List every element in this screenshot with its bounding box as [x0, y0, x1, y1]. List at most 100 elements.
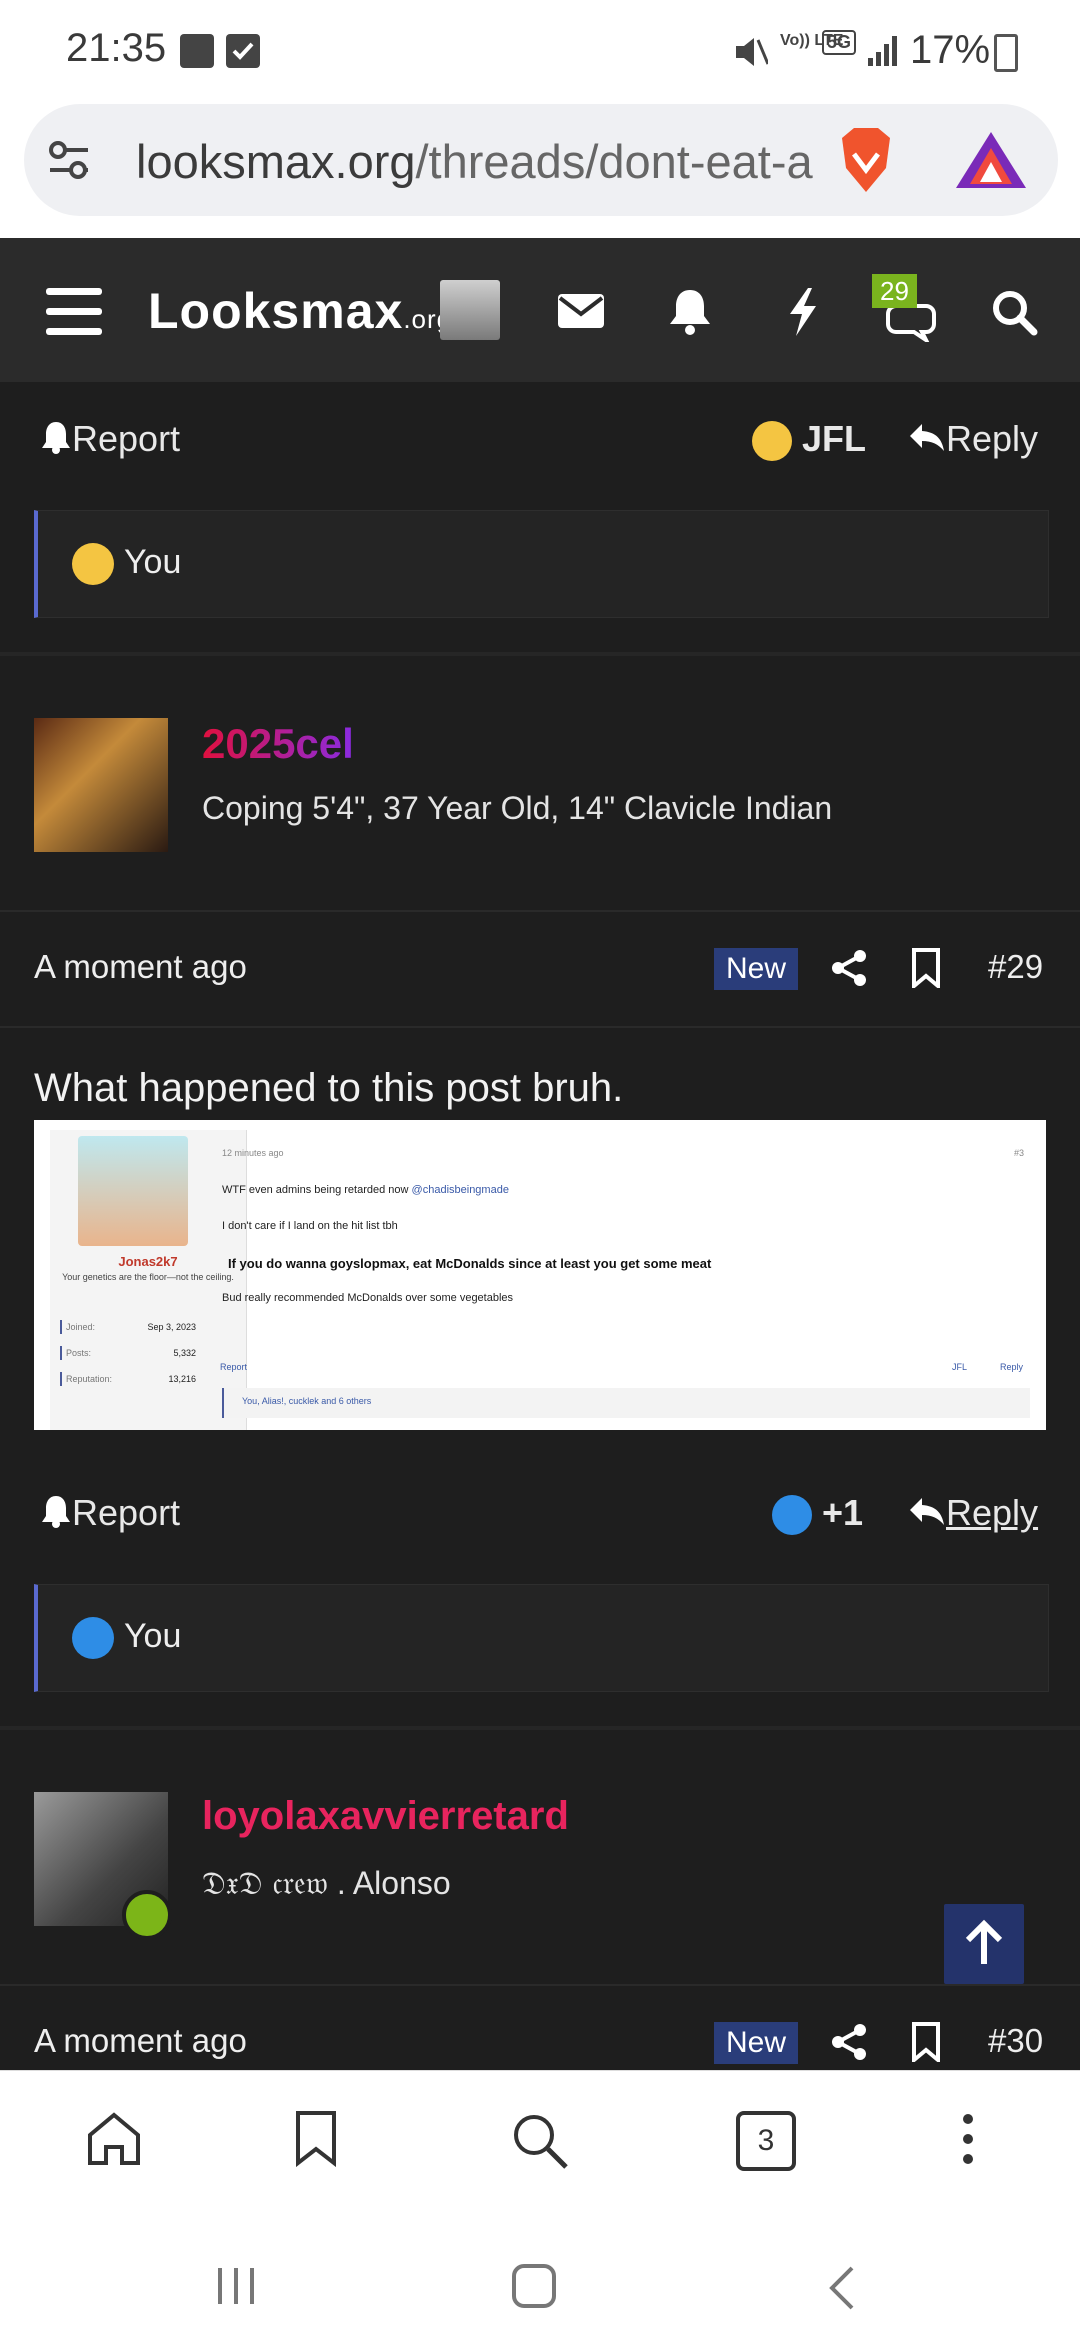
- post-avatar[interactable]: [34, 718, 168, 852]
- brave-shields-icon[interactable]: [834, 124, 898, 201]
- report-link[interactable]: Report: [40, 1492, 180, 1537]
- tabs-button[interactable]: 3: [736, 2111, 796, 2171]
- embed-stat-row: Reputation: 13,216: [60, 1372, 200, 1386]
- reply-link[interactable]: Reply: [908, 1492, 1038, 1537]
- reply-arrow-icon: [908, 1494, 946, 1537]
- address-bar[interactable]: looksmax.org/threads/dont-eat-a: [24, 104, 1058, 216]
- embed-signature: Your genetics are the floor—not the ceil…: [62, 1272, 234, 1282]
- report-bell-icon: [40, 420, 72, 463]
- battery-percent: 17%: [910, 28, 991, 72]
- network-type: 5G: [822, 30, 857, 55]
- inbox-icon[interactable]: [556, 286, 608, 338]
- report-label: Report: [72, 418, 181, 459]
- battery-icon: [994, 34, 1018, 72]
- user-avatar[interactable]: [440, 280, 500, 340]
- embed-stat-row: Joined: Sep 3, 2023: [60, 1320, 200, 1334]
- brave-rewards-icon[interactable]: [954, 128, 1028, 197]
- site-settings-icon[interactable]: [46, 138, 92, 189]
- post-divider: [0, 652, 1080, 656]
- post-header-divider: [0, 1984, 1080, 1986]
- post-divider: [0, 1726, 1080, 1730]
- jfl-label: JFL: [802, 418, 867, 459]
- search-icon[interactable]: [510, 2111, 570, 2176]
- recent-apps-icon[interactable]: [214, 2264, 258, 2313]
- post-username[interactable]: 2025cel: [202, 720, 354, 768]
- reply-link[interactable]: Reply: [908, 418, 1038, 463]
- browser-toolbar: looksmax.org/threads/dont-eat-a: [0, 100, 1080, 238]
- stat-value: 5,332: [173, 1348, 196, 1358]
- signal-icon: [866, 34, 900, 73]
- post-time[interactable]: A moment ago: [34, 2022, 247, 2060]
- share-icon[interactable]: [830, 2022, 870, 2067]
- jfl-reaction-button[interactable]: JFL: [752, 418, 867, 462]
- bookmark-icon[interactable]: [910, 948, 942, 993]
- embed-number: #3: [1014, 1148, 1025, 1158]
- status-time: 21:35: [66, 26, 167, 70]
- embed-mention: @chadisbeingmade: [411, 1184, 509, 1196]
- post-number[interactable]: #30: [988, 2022, 1043, 2060]
- site-header: Looksmax.org 29: [0, 238, 1080, 382]
- post-header-divider: [0, 910, 1080, 912]
- stat-value: Sep 3, 2023: [147, 1322, 196, 1332]
- post-meta-divider: [0, 1026, 1080, 1028]
- conversations-badge: 29: [872, 274, 917, 308]
- post-time[interactable]: A moment ago: [34, 948, 247, 986]
- reaction-users: You: [124, 543, 182, 581]
- reply-label: Reply: [946, 418, 1039, 459]
- logo-text: Looksmax: [148, 283, 404, 339]
- lightning-icon[interactable]: [778, 286, 830, 338]
- search-icon[interactable]: [988, 286, 1040, 338]
- browser-bottom-nav: 3: [0, 2070, 1080, 2241]
- embed-line3: If you do wanna goyslopmax, eat McDonald…: [228, 1256, 712, 1271]
- system-nav-bar: [0, 2240, 1080, 2340]
- stat-label: Posts:: [66, 1348, 92, 1358]
- stat-label: Joined:: [66, 1322, 96, 1332]
- back-nav-icon[interactable]: [826, 2264, 856, 2317]
- embed-username: Jonas2k7: [118, 1254, 178, 1269]
- laughing-emoji-icon: [752, 421, 792, 462]
- embedded-screenshot[interactable]: Jonas2k7 Your genetics are the floor—not…: [34, 1120, 1046, 1430]
- thumbs-up-icon: [772, 1495, 812, 1536]
- embed-report: Report: [220, 1362, 248, 1372]
- embed-reactions-text: You, Alias!, cucklek and 6 others: [242, 1396, 372, 1406]
- thread-content: Report JFL Reply You 2025cel Coping 5'4"…: [0, 382, 1080, 2072]
- url-text[interactable]: looksmax.org/threads/dont-eat-a: [136, 134, 836, 189]
- more-menu-icon[interactable]: [962, 2111, 974, 2172]
- thumbs-up-icon: [72, 1617, 114, 1659]
- stat-label: Reputation:: [66, 1374, 113, 1384]
- home-nav-icon[interactable]: [512, 2264, 556, 2308]
- embed-jfl: JFL: [952, 1362, 968, 1372]
- mute-icon: [732, 34, 770, 75]
- bell-icon[interactable]: [664, 286, 716, 338]
- embed-reply: Reply: [1000, 1362, 1024, 1372]
- share-icon[interactable]: [830, 948, 870, 993]
- post-username[interactable]: loyolaxavvierretard: [202, 1794, 569, 1839]
- report-bell-icon: [40, 1494, 72, 1537]
- status-bar: 21:35 Vo)) LTE 5G 17%: [0, 0, 1080, 100]
- post-body-text: What happened to this post bruh.: [34, 1066, 624, 1110]
- home-icon[interactable]: [86, 2111, 142, 2172]
- checkbox-icon: [226, 34, 260, 68]
- post-user-title: Coping 5'4", 37 Year Old, 14" Clavicle I…: [202, 790, 833, 826]
- reaction-summary[interactable]: You: [34, 510, 1049, 618]
- report-link[interactable]: Report: [40, 418, 180, 463]
- scroll-top-button[interactable]: [944, 1904, 1024, 1984]
- embed-line1: WTF even admins being retarded now @chad…: [222, 1184, 509, 1196]
- bookmarks-icon[interactable]: [294, 2111, 338, 2172]
- bookmark-icon[interactable]: [910, 2022, 942, 2067]
- reaction-summary[interactable]: You: [34, 1584, 1049, 1692]
- embed-time: 12 minutes ago: [222, 1148, 284, 1158]
- menu-icon[interactable]: [46, 288, 102, 348]
- stat-value: 13,216: [168, 1374, 196, 1384]
- site-logo[interactable]: Looksmax.org: [148, 282, 452, 340]
- embed-user-sidebar: Jonas2k7 Your genetics are the floor—not…: [50, 1130, 247, 1430]
- post-number[interactable]: #29: [988, 948, 1043, 986]
- like-count: +1: [822, 1492, 864, 1533]
- embed-reactions: You, Alias!, cucklek and 6 others: [222, 1388, 1030, 1418]
- like-reaction-button[interactable]: +1: [772, 1492, 864, 1536]
- embed-line2: I don't care if I land on the hit list t…: [222, 1220, 398, 1232]
- reply-arrow-icon: [908, 420, 946, 463]
- arrow-up-icon: [965, 1919, 1003, 1964]
- reaction-users: You: [124, 1617, 182, 1655]
- user-title-gothic: 𝔇𝔵𝔇 𝔠𝔯𝔢𝔴: [202, 1864, 328, 1902]
